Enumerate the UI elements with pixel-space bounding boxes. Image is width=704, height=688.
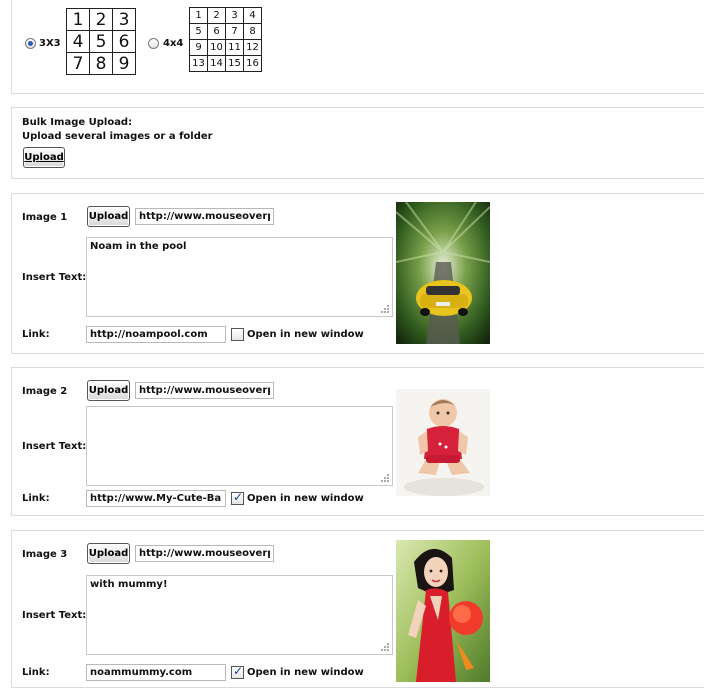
grid-cell: 2: [89, 8, 113, 31]
new-window-label[interactable]: Open in new window: [247, 329, 364, 340]
grid-cell: 15: [225, 55, 244, 72]
grid-cell: 9: [112, 52, 136, 75]
image-label: Image 2: [22, 386, 68, 397]
insert-text-area[interactable]: [86, 406, 393, 486]
bulk-upload-button-label: Upload: [24, 152, 64, 163]
bulk-upload-button[interactable]: Upload: [23, 147, 65, 168]
grid-cell: 3: [225, 7, 244, 24]
radio-4x4[interactable]: [148, 38, 159, 49]
insert-text-label: Insert Text:: [22, 272, 87, 283]
radio-3x3[interactable]: [25, 38, 36, 49]
grid-cell: 10: [207, 39, 226, 56]
image-entry: Image 3 Upload Insert Text: with mummy! …: [11, 530, 704, 688]
link-input[interactable]: [86, 490, 226, 507]
bulk-upload-panel: Bulk Image Upload: Upload several images…: [11, 107, 704, 179]
grid-cell: 11: [225, 39, 244, 56]
grid-cell: 9: [189, 39, 208, 56]
grid-cell: 4: [66, 30, 90, 53]
image-url-input[interactable]: [135, 208, 274, 225]
grid-cell: 1: [66, 8, 90, 31]
grid-3x3-preview[interactable]: 123456789: [66, 8, 136, 75]
bulk-upload-title: Bulk Image Upload:: [22, 117, 133, 128]
label-3x3[interactable]: 3X3: [39, 38, 61, 49]
new-window-label[interactable]: Open in new window: [247, 667, 364, 678]
grid-cell: 13: [189, 55, 208, 72]
image-url-input[interactable]: [135, 382, 274, 399]
new-window-checkbox[interactable]: [231, 328, 244, 341]
new-window-checkbox[interactable]: [231, 664, 244, 679]
image-thumbnail-baby[interactable]: [396, 389, 490, 496]
grid-size-panel: 3X3 123456789 4x4 1 2 3 4 5 6 7 8 9 10 11 12 13 14 15 1…: [11, 0, 704, 94]
grid-cell: 5: [189, 23, 208, 40]
link-label: Link:: [22, 667, 50, 678]
new-window-label[interactable]: Open in new window: [247, 493, 364, 504]
image-entry: Image 2 Upload Insert Text: Link: Open i…: [11, 367, 704, 516]
grid-cell: 6: [207, 23, 226, 40]
image-upload-button[interactable]: Upload: [87, 380, 130, 401]
image-thumbnail-woman[interactable]: [396, 540, 490, 682]
grid-4x4-preview[interactable]: 1 2 3 4 5 6 7 8 9 10 11 12 13 14 15 16: [189, 7, 262, 72]
insert-text-area[interactable]: with mummy!: [86, 575, 393, 655]
new-window-checkbox[interactable]: [231, 490, 244, 505]
grid-cell: 5: [89, 30, 113, 53]
insert-text-area[interactable]: Noam in the pool: [86, 237, 393, 317]
grid-cell: 2: [207, 7, 226, 24]
insert-text-label: Insert Text:: [22, 441, 87, 452]
image-label: Image 1: [22, 212, 68, 223]
insert-text-label: Insert Text:: [22, 610, 87, 621]
grid-cell: 8: [89, 52, 113, 75]
link-label: Link:: [22, 329, 50, 340]
grid-cell: 8: [243, 23, 262, 40]
grid-cell: 1: [189, 7, 208, 24]
link-label: Link:: [22, 493, 50, 504]
grid-cell: 7: [66, 52, 90, 75]
grid-cell: 6: [112, 30, 136, 53]
grid-cell: 16: [243, 55, 262, 72]
image-label: Image 3: [22, 549, 68, 560]
grid-cell: 3: [112, 8, 136, 31]
resize-grip-icon[interactable]: [380, 473, 390, 483]
grid-cell: 4: [243, 7, 262, 24]
grid-cell: 14: [207, 55, 226, 72]
link-input[interactable]: [86, 326, 226, 343]
grid-cell: 12: [243, 39, 262, 56]
image-url-input[interactable]: [135, 545, 274, 562]
bulk-upload-description: Upload several images or a folder: [22, 131, 213, 142]
image-entry: Image 1 Upload Insert Text: Noam in the …: [11, 193, 704, 354]
label-4x4[interactable]: 4x4: [163, 38, 183, 49]
resize-grip-icon[interactable]: [380, 304, 390, 314]
image-upload-button[interactable]: Upload: [87, 206, 130, 227]
resize-grip-icon[interactable]: [380, 642, 390, 652]
link-input[interactable]: [86, 664, 226, 681]
image-thumbnail-car[interactable]: [396, 202, 490, 344]
grid-cell: 7: [225, 23, 244, 40]
image-upload-button[interactable]: Upload: [87, 543, 130, 564]
